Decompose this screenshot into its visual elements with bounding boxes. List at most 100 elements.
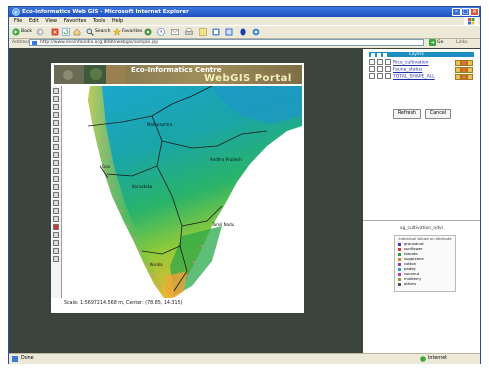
- back-button-label[interactable]: Back: [21, 29, 32, 34]
- menu-file[interactable]: File: [14, 18, 22, 24]
- refresh-button[interactable]: Refresh: [393, 109, 421, 119]
- hyperlink-tool-icon[interactable]: [53, 192, 59, 198]
- layer-table-icon[interactable]: [467, 74, 473, 80]
- layer-active-checkbox[interactable]: [377, 73, 383, 79]
- svg-text:e: e: [15, 10, 18, 16]
- discuss-icon[interactable]: [212, 28, 220, 36]
- map-label-andhra-pradesh: Andhra Pradesh: [210, 157, 242, 162]
- layer-active-checkbox[interactable]: [377, 66, 383, 72]
- layer-list-title: Layers: [409, 52, 424, 57]
- layer-label-checkbox[interactable]: [385, 59, 391, 65]
- layer-visible-checkbox[interactable]: [369, 59, 375, 65]
- stop-icon[interactable]: [51, 28, 59, 36]
- window-title: Eco-Informatics Web GIS - Microsoft Inte…: [22, 9, 189, 15]
- map-label-goa: Goa: [102, 164, 111, 169]
- title-bar: e Eco-Informatics Web GIS - Microsoft In…: [9, 7, 480, 17]
- identify-tool-icon[interactable]: [53, 120, 59, 126]
- standard-toolbar: Back Search Favorites: [9, 25, 480, 39]
- minimize-button[interactable]: –: [452, 8, 461, 16]
- settings-tool-icon[interactable]: [53, 240, 59, 246]
- messenger-icon[interactable]: [239, 28, 247, 36]
- go-arrow-icon[interactable]: [429, 39, 436, 46]
- layer-visible-checkbox[interactable]: [369, 66, 375, 72]
- go-button-label[interactable]: Go: [437, 38, 443, 47]
- layer-visible-checkbox[interactable]: [369, 73, 375, 79]
- export-tool-icon[interactable]: [53, 248, 59, 254]
- layer-label-checkbox[interactable]: [385, 66, 391, 72]
- internet-zone-globe-icon: [420, 356, 426, 362]
- layer-label-checkbox[interactable]: [385, 73, 391, 79]
- search-button-label[interactable]: Search: [95, 29, 110, 34]
- print-icon[interactable]: [185, 28, 193, 36]
- map-tool-strip: [51, 86, 62, 298]
- menu-view[interactable]: View: [45, 18, 57, 24]
- favorites-star-icon[interactable]: [113, 28, 121, 36]
- research-icon[interactable]: [225, 28, 233, 36]
- pan-tool-icon[interactable]: [53, 104, 59, 110]
- previous-extent-tool-icon[interactable]: [53, 176, 59, 182]
- buffer-tool-icon[interactable]: [53, 152, 59, 158]
- home-icon[interactable]: [73, 28, 81, 36]
- back-arrow-icon[interactable]: [12, 28, 20, 36]
- menu-edit[interactable]: Edit: [29, 18, 39, 24]
- history-icon[interactable]: [157, 28, 165, 36]
- banner-title-line2: WebGIS Portal: [204, 73, 292, 84]
- zoom-out-tool-icon[interactable]: [53, 96, 59, 102]
- zoom-in-tool-icon[interactable]: [53, 88, 59, 94]
- cancel-button[interactable]: Cancel: [425, 109, 451, 119]
- print-tool-icon[interactable]: [53, 160, 59, 166]
- select-tool-icon[interactable]: [53, 136, 59, 142]
- map-label-kerala: Kerala: [150, 262, 163, 267]
- refresh-icon[interactable]: [62, 28, 70, 36]
- info-tool-icon[interactable]: [53, 256, 59, 262]
- layer-name-link[interactable]: Fauna_status: [393, 68, 422, 73]
- media-icon[interactable]: [144, 28, 152, 36]
- links-label[interactable]: Links: [456, 38, 468, 47]
- menu-tools[interactable]: Tools: [93, 18, 105, 24]
- map-label-karnataka: Karnataka: [132, 184, 153, 189]
- map-label-tamil-nadu: Tamil Nadu: [211, 222, 235, 227]
- forward-arrow-icon[interactable]: [36, 28, 44, 36]
- close-button[interactable]: ×: [470, 8, 479, 16]
- status-text: Done: [21, 356, 34, 361]
- active-column-icon: [377, 52, 381, 57]
- legend-box: Individual Values on Attribute groundnut…: [394, 235, 456, 292]
- layer-active-checkbox[interactable]: [377, 59, 383, 65]
- legend-item-label: others: [404, 281, 417, 286]
- clear-tool-icon[interactable]: [53, 168, 59, 174]
- next-extent-tool-icon[interactable]: [53, 184, 59, 190]
- panel-divider: [363, 220, 480, 221]
- search-icon[interactable]: [86, 28, 94, 36]
- layer-tool-icon[interactable]: [53, 216, 59, 222]
- address-input[interactable]: http://www.ecoinfoindia.org:8080/webgis/…: [29, 39, 424, 46]
- layer-row: TOTAL_SHAPE_ALL: [369, 73, 474, 80]
- stop-tool-icon[interactable]: [53, 224, 59, 230]
- internet-explorer-icon: e: [12, 8, 20, 16]
- menu-help[interactable]: Help: [112, 18, 123, 24]
- layer-name-link[interactable]: Rice_cultivation: [393, 61, 429, 66]
- map-canvas[interactable]: Maharashtra Goa Karnataka Andhra Pradesh…: [62, 86, 302, 298]
- edit-icon[interactable]: [199, 28, 207, 36]
- page-icon: [32, 41, 37, 45]
- portal-banner: Eco-Informatics Centre WebGIS Portal: [54, 65, 302, 84]
- maximize-button[interactable]: □: [461, 8, 470, 16]
- map-label-maharashtra: Maharashtra: [147, 122, 173, 127]
- page-done-icon: [12, 356, 18, 362]
- legend-tool-icon[interactable]: [53, 200, 59, 206]
- favorites-button-label[interactable]: Favorites: [122, 29, 142, 34]
- radio-icon[interactable]: [252, 28, 260, 36]
- menu-bar: File Edit View Favorites Tools Help: [9, 17, 480, 25]
- map-scale-center-readout: Scale: 1:5697214.568 m, Center: (78.85, …: [64, 301, 183, 306]
- layer-name-link[interactable]: TOTAL_SHAPE_ALL: [393, 75, 435, 80]
- browser-window: e Eco-Informatics Web GIS - Microsoft In…: [8, 6, 481, 364]
- overview-tool-icon[interactable]: [53, 208, 59, 214]
- help-tool-icon[interactable]: [53, 232, 59, 238]
- measure-tool-icon[interactable]: [53, 128, 59, 134]
- address-bar: Address http://www.ecoinfoindia.org:8080…: [9, 38, 480, 47]
- status-bar: Done Internet: [9, 353, 480, 364]
- query-tool-icon[interactable]: [53, 144, 59, 150]
- full-extent-tool-icon[interactable]: [53, 112, 59, 118]
- menu-favorites[interactable]: Favorites: [64, 18, 87, 24]
- mail-icon[interactable]: [171, 28, 179, 36]
- visible-column-icon: [371, 52, 375, 57]
